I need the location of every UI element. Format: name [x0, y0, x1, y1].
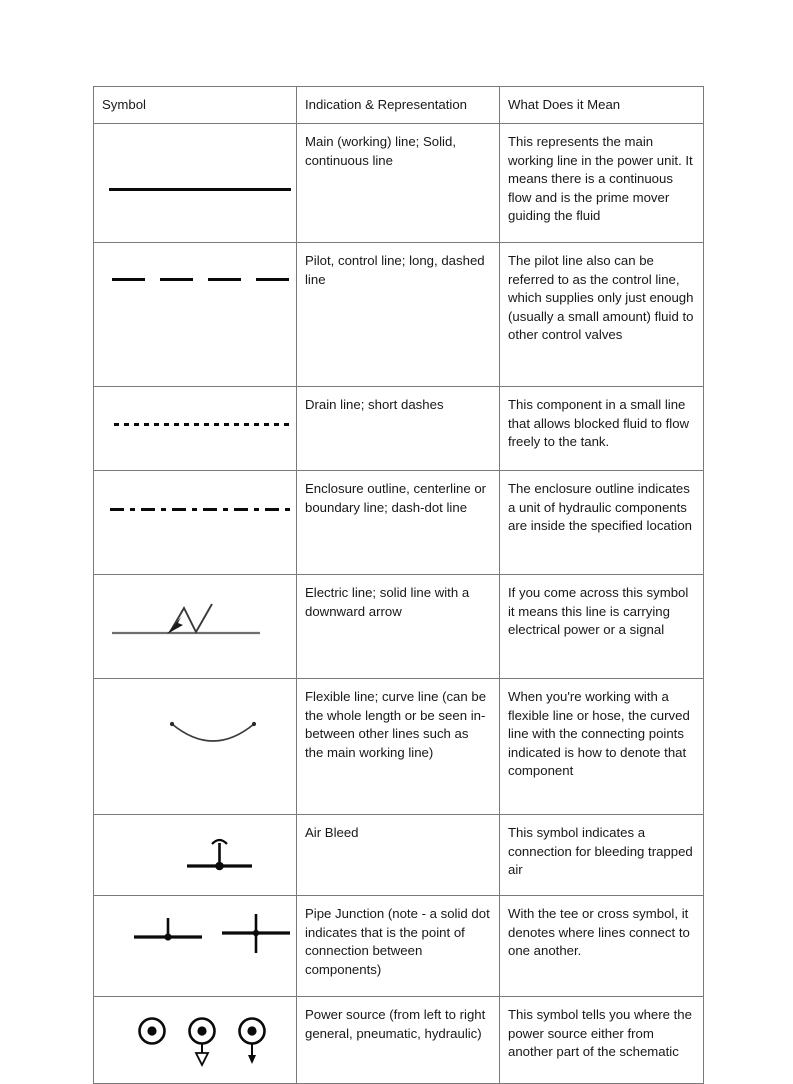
document-page: Symbol Indication & Representation What …	[0, 0, 793, 1084]
symbol-cell-main-working-line	[93, 123, 297, 244]
symbol-cell-power-source	[93, 996, 297, 1084]
table-row: Pilot, control line; long, dashed line T…	[93, 242, 704, 388]
meaning-text: When you're working with a flexible line…	[499, 678, 704, 816]
meaning-text: The pilot line also can be referred to a…	[499, 242, 704, 388]
symbol-cell-flexible-line	[93, 678, 297, 816]
hydraulic-symbols-table: Symbol Indication & Representation What …	[93, 85, 704, 1084]
symbol-cell-pipe-junction	[93, 895, 297, 998]
meaning-text: This component in a small line that allo…	[499, 386, 704, 472]
indication-text: Pipe Junction (note - a solid dot indica…	[296, 895, 500, 998]
symbol-cell-enclosure-outline	[93, 470, 297, 576]
column-header-indication: Indication & Representation	[296, 85, 500, 125]
indication-text: Air Bleed	[296, 814, 500, 897]
table-row: Main (working) line; Solid, continuous l…	[93, 123, 704, 244]
air-bleed-icon	[187, 839, 252, 871]
indication-text: Main (working) line; Solid, continuous l…	[296, 123, 500, 244]
table-row: Power source (from left to right general…	[93, 996, 704, 1084]
electric-line-icon	[112, 604, 260, 635]
indication-text: Drain line; short dashes	[296, 386, 500, 472]
short-dashed-line-icon	[114, 423, 294, 427]
flexible-curve-line-icon	[169, 722, 257, 743]
indication-text: Power source (from left to right general…	[296, 996, 500, 1084]
table-header-row: Symbol Indication & Representation What …	[93, 85, 704, 125]
meaning-text: This symbol indicates a connection for b…	[499, 814, 704, 897]
symbol-cell-drain-line	[93, 386, 297, 472]
solid-line-icon	[109, 188, 291, 192]
indication-text: Enclosure outline, centerline or boundar…	[296, 470, 500, 576]
pipe-junction-icon	[134, 914, 290, 954]
meaning-text: If you come across this symbol it means …	[499, 574, 704, 680]
indication-text: Electric line; solid line with a downwar…	[296, 574, 500, 680]
table-row: Pipe Junction (note - a solid dot indica…	[93, 895, 704, 998]
table-row: Enclosure outline, centerline or boundar…	[93, 470, 704, 576]
long-dashed-line-icon	[112, 278, 292, 282]
table-row: Drain line; short dashes This component …	[93, 386, 704, 472]
indication-text: Pilot, control line; long, dashed line	[296, 242, 500, 388]
meaning-text: This symbol tells you where the power so…	[499, 996, 704, 1084]
table-row: Flexible line; curve line (can be the wh…	[93, 678, 704, 816]
column-header-meaning: What Does it Mean	[499, 85, 704, 125]
column-header-symbol: Symbol	[93, 85, 297, 125]
meaning-text: This represents the main working line in…	[499, 123, 704, 244]
table-row: Air Bleed This symbol indicates a connec…	[93, 814, 704, 897]
meaning-text: With the tee or cross symbol, it denotes…	[499, 895, 704, 998]
indication-text: Flexible line; curve line (can be the wh…	[296, 678, 500, 816]
table-row: Electric line; solid line with a downwar…	[93, 574, 704, 680]
symbol-cell-air-bleed	[93, 814, 297, 897]
symbol-cell-pilot-control-line	[93, 242, 297, 388]
power-source-icon	[138, 1017, 266, 1068]
dash-dot-line-icon	[110, 508, 294, 512]
symbol-cell-electric-line	[93, 574, 297, 680]
meaning-text: The enclosure outline indicates a unit o…	[499, 470, 704, 576]
